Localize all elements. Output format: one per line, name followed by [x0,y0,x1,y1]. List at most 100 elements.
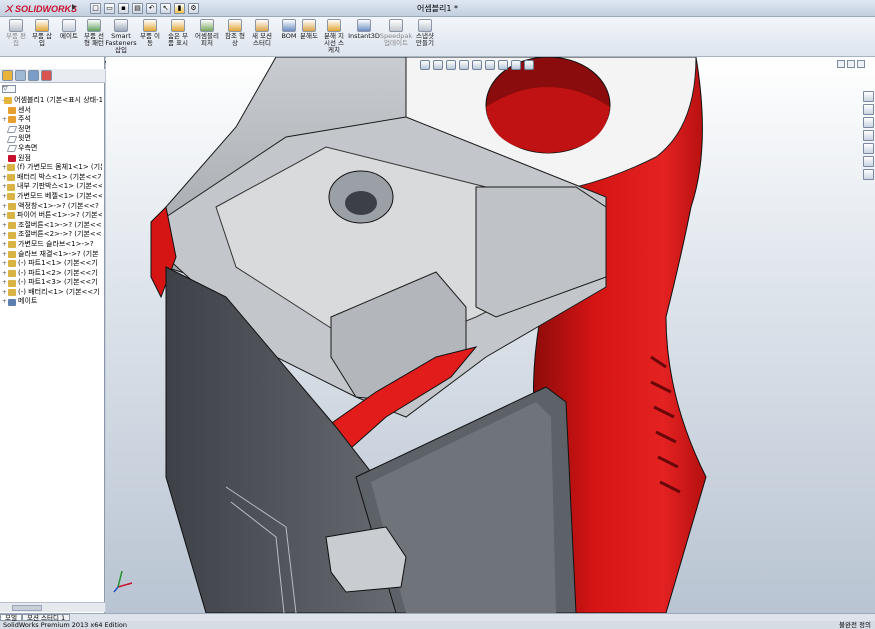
ribbon-button-label: Smart Fasteners 삽입 [105,32,137,54]
restore-icon[interactable] [847,60,855,68]
insert-component-icon [35,19,49,32]
graphics-viewport[interactable] [106,57,875,613]
display-style-icon[interactable] [485,60,495,70]
tree-item-label: (-) 파트1<3> (기본<<기 [18,278,98,287]
status-bar: SolidWorks Premium 2013 x64 Edition 불완전 … [0,621,875,629]
scene-icon[interactable] [524,60,534,70]
configuration-icon[interactable] [28,70,39,81]
tree-root[interactable]: - 어셈블리1 (기본<표시 상태-1>) [2,96,102,106]
tree-item[interactable]: 우측면 [2,144,102,154]
resources-icon[interactable] [863,91,874,102]
scroll-thumb[interactable] [12,605,42,611]
ribbon-button-13[interactable]: Instant3D [348,19,380,40]
view-palette-icon[interactable] [863,143,874,154]
close-icon[interactable] [857,60,865,68]
part-icon [8,289,16,297]
part-icon [7,193,16,201]
linear-pattern-icon [87,19,101,32]
ribbon-button-2[interactable]: 메이트 [57,19,81,40]
zoom-fit-icon[interactable] [420,60,430,70]
bottom-tabs: 모델 모션 스터디 1 [0,613,875,622]
ribbon-button-14[interactable]: Speedpak 업데이트 [380,19,412,47]
property-manager-icon[interactable] [15,70,26,81]
section-view-icon[interactable] [459,60,469,70]
appearance-icon[interactable] [511,60,521,70]
display-manager-icon[interactable] [41,70,52,81]
tree-item[interactable]: 원점 [2,154,102,164]
tree-item[interactable]: 센서 [2,106,102,116]
ribbon-button-3[interactable]: 부품 선형 패턴 [82,19,106,47]
bottom-tab-1[interactable]: 모션 스터디 1 [21,614,71,622]
tree-item[interactable]: + 조절버튼<1>->? (기본<< [2,221,102,231]
tree-item[interactable]: + 내부 기판박스<1> (기본<< [2,182,102,192]
assembly-feature-icon [200,19,214,32]
tree-item[interactable]: + (-) 파트1<1> (기본<<기 [2,259,102,269]
ribbon-button-7[interactable]: 어셈블리 피처 [195,19,219,47]
smart-fastener-icon [114,19,128,32]
tree-item[interactable]: + 가변모드 베젤<1> (기본<< [2,192,102,202]
tree-item[interactable]: 윗면 [2,134,102,144]
ribbon-button-0[interactable]: 부품 편집 [4,19,28,47]
tree-item[interactable]: + (-) 파트1<2> (기본<<기 [2,269,102,279]
tree-item[interactable]: + 조절버튼<2>->? (기본<< [2,230,102,240]
bottom-tab-0[interactable]: 모델 [0,614,22,622]
tree-item[interactable]: + 파이어 버튼<1>->? (기본<< [2,211,102,221]
ribbon-button-1[interactable]: 부품 삽입 [30,19,54,47]
zoom-area-icon[interactable] [433,60,443,70]
viewport-window-controls [837,60,865,68]
tree-item[interactable]: +(f) 가변모드 몸체1<1> (기본<<기 [2,163,102,173]
appearances-icon[interactable] [863,156,874,167]
ribbon-button-label: BOM [281,32,297,40]
annotation-icon [8,116,16,124]
speedpak-icon [389,19,403,32]
part-icon [8,279,16,287]
tree-item-label: (-) 배터리<1> (기본<<기 [18,287,100,296]
ribbon-button-5[interactable]: 부품 이동 [138,19,162,47]
tree-item[interactable]: + (-) 파트1<3> (기본<<기 [2,278,102,288]
file-explorer-icon[interactable] [863,117,874,128]
ribbon-button-9[interactable]: 새 모션 스터디 [250,19,274,47]
ribbon-button-label: 부품 이동 [139,32,160,47]
tree-item[interactable]: + 메이트 [2,297,102,307]
tree-item[interactable]: + 슬라브 재결<1>->? (기본 [2,250,102,260]
feature-tree-icon[interactable] [2,70,13,81]
design-library-icon[interactable] [863,104,874,115]
filter-icon[interactable]: ▽ [2,85,16,93]
custom-properties-icon[interactable] [863,169,874,180]
ribbon-button-label: 참조 형상 [224,32,245,47]
ribbon-button-4[interactable]: Smart Fasteners 삽입 [105,19,137,54]
tree-item-label: (-) 파트1<1> (기본<<기 [18,259,98,268]
hide-show-icon[interactable] [498,60,508,70]
feature-tree: - 어셈블리1 (기본<표시 상태-1>) 센서 + 주석 정면 윗면 우측면원점 + (f) … [2,96,102,307]
model-view[interactable] [106,57,875,613]
ribbon-button-6[interactable]: 숨은 부품 표시 [166,19,190,47]
tree-item[interactable]: + (-) 배터리<1> (기본<<기 [2,288,102,298]
tree-item-label: 우측면 [18,143,38,152]
screw-hole-inner [345,191,377,215]
ribbon-button-12[interactable]: 분해 지시선 스케치 [322,19,346,54]
tree-item-label: 정면 [18,124,31,133]
view-orientation-icon[interactable] [472,60,482,70]
minimize-icon[interactable] [837,60,845,68]
tree-item[interactable]: 정면 [2,125,102,135]
tree-scrollbar[interactable] [0,602,105,612]
tree-item[interactable]: + 주석 [2,115,102,125]
tree-item-label: 조절버튼<2>->? (기본<< [18,230,102,239]
status-definition: 불완전 정의 [839,621,871,629]
ribbon-button-11[interactable]: 분해도 [297,19,321,40]
search-icon[interactable] [863,130,874,141]
part-icon [8,269,16,277]
tree-item[interactable]: + 배터리 박스<1> (기본<<기 [2,173,102,183]
tree-item[interactable]: + 액정창<1>->? (기본<<? [2,202,102,212]
tree-item[interactable]: + 가변모드 슬라브<1>->? [2,240,102,250]
ribbon-button-15[interactable]: 스냅샷 만들기 [413,19,437,47]
previous-view-icon[interactable] [446,60,456,70]
ribbon-button-8[interactable]: 참조 형상 [223,19,247,47]
ribbon-button-label: 부품 삽입 [31,32,52,47]
document-title: 어셈블리1 * [416,4,459,13]
ribbon-button-label: 스냅샷 만들기 [416,32,434,47]
tree-item-label: 윗면 [18,134,31,143]
part-icon [8,250,16,258]
plane-icon [6,145,18,153]
tree-item-label: 액정창<1>->? (기본<<? [18,201,99,210]
